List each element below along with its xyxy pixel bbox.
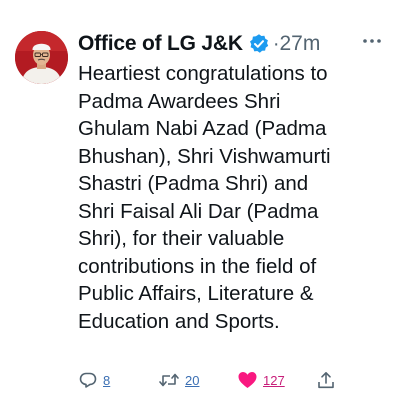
tweet-text-line: Heartiest congratulations to — [78, 62, 328, 85]
tweet-text-line: Shri), for their valuable — [78, 227, 285, 250]
header-separator: · — [272, 32, 280, 55]
like-heart-icon — [237, 370, 258, 390]
tweet-text: Heartiest congratulations to Padma Award… — [78, 60, 394, 335]
like-count: 127 — [263, 372, 285, 388]
reply-button[interactable]: 8 — [78, 366, 110, 394]
tweet-text-line: Shastri (Padma Shri) and — [78, 172, 309, 195]
tweet-text-line: contributions in the field of — [78, 254, 317, 278]
more-options-icon[interactable] — [361, 34, 383, 46]
tweet-text-line: Padma Awardees Shri — [78, 89, 281, 113]
retweet-icon — [158, 370, 180, 390]
tweet-actions-bar: 8 20 127 — [0, 366, 400, 394]
tweet-header: Office of LG J&K · 27m — [78, 30, 320, 58]
retweet-count: 20 — [185, 372, 200, 388]
avatar-photo — [15, 31, 68, 84]
author-avatar[interactable] — [15, 31, 68, 84]
tweet-card[interactable]: Office of LG J&K · 27m Heartiest congrat… — [0, 0, 400, 400]
tweet-text-line: Education and Sports. — [78, 309, 280, 333]
tweet-timestamp[interactable]: 27m — [279, 32, 320, 56]
like-button[interactable]: 127 — [237, 366, 285, 394]
reply-icon — [78, 370, 98, 390]
tweet-text-line: Bhushan), Shri Vishwamurti — [78, 144, 331, 168]
tweet-text-line: Public Affairs, Literature & — [78, 282, 314, 305]
author-name[interactable]: Office of LG J&K — [78, 32, 243, 56]
tweet-text-line: Ghulam Nabi Azad (Padma — [78, 117, 327, 140]
retweet-button[interactable]: 20 — [158, 366, 199, 394]
tweet-text-line: Shri Faisal Ali Dar (Padma — [78, 199, 319, 223]
reply-count: 8 — [103, 372, 111, 388]
share-icon — [316, 370, 336, 390]
share-button[interactable] — [316, 366, 336, 394]
verified-badge-icon — [248, 33, 270, 55]
